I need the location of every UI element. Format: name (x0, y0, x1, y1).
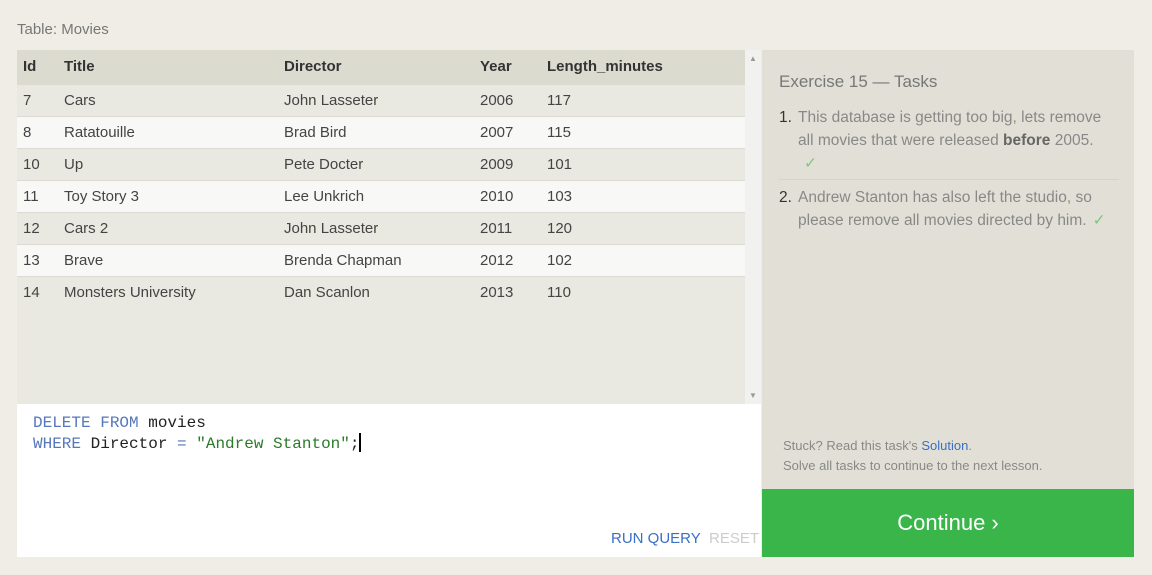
task-item: 2. Andrew Stanton has also left the studi… (779, 186, 1119, 232)
stuck-text: . (968, 438, 972, 453)
solve-text: Solve all tasks to continue to the next … (783, 458, 1043, 473)
scroll-down-icon[interactable]: ▼ (749, 391, 757, 400)
cell-id: 11 (17, 179, 64, 212)
task-bold-text: before (1003, 132, 1051, 149)
table-row: 12 Cars 2 John Lasseter 2011 120 (17, 211, 745, 244)
task-text: 2005. (1050, 132, 1094, 149)
cell-length: 115 (547, 115, 745, 148)
scroll-up-icon[interactable]: ▲ (749, 54, 757, 63)
cell-director: Pete Docter (284, 147, 480, 180)
cell-title: Toy Story 3 (64, 179, 284, 212)
task-text: Andrew Stanton has also left the studio,… (798, 189, 1092, 229)
table-label: Table: Movies (17, 21, 109, 38)
continue-button[interactable]: Continue › (762, 489, 1134, 557)
cell-title: Ratatouille (64, 115, 284, 148)
cell-length: 110 (547, 275, 745, 308)
cell-length: 102 (547, 243, 745, 276)
table-row: 14 Monsters University Dan Scanlon 2013 110 (17, 275, 745, 308)
sql-text: ; (349, 435, 360, 453)
table-row: 13 Brave Brenda Chapman 2012 102 (17, 243, 745, 276)
text-cursor (359, 433, 362, 452)
cell-title: Monsters University (64, 275, 284, 308)
cell-year: 2006 (480, 83, 547, 116)
cell-director: Brad Bird (284, 115, 480, 148)
scrollbar[interactable]: ▲ ▼ (745, 50, 761, 404)
cell-id: 7 (17, 83, 64, 116)
sql-text: movies (138, 414, 206, 432)
cell-year: 2012 (480, 243, 547, 276)
task-item: 1. This database is getting too big, lets… (779, 106, 1119, 180)
col-title: Title (64, 50, 284, 84)
sql-operator: = (177, 435, 187, 453)
cell-director: Dan Scanlon (284, 275, 480, 308)
cell-title: Cars 2 (64, 211, 284, 244)
cell-year: 2010 (480, 179, 547, 212)
solution-link[interactable]: Solution (921, 438, 968, 453)
table-row: 11 Toy Story 3 Lee Unkrich 2010 103 (17, 179, 745, 212)
cell-length: 120 (547, 211, 745, 244)
tasks-panel: Exercise 15 — Tasks 1. This database is g… (762, 50, 1134, 489)
results-table-panel: Id Title Director Year Length_minutes 7C… (17, 50, 761, 404)
table-row: 10 Up Pete Docter 2009 101 (17, 147, 745, 180)
run-query-button[interactable]: RUN QUERY (611, 530, 701, 547)
reset-button[interactable]: RESET (709, 530, 759, 547)
cell-director: Brenda Chapman (284, 243, 480, 276)
cell-year: 2011 (480, 211, 547, 244)
cell-director: John Lasseter (284, 83, 480, 116)
cell-length: 101 (547, 147, 745, 180)
sql-string: "Andrew Stanton" (186, 435, 350, 453)
task-number: 2. (779, 189, 792, 206)
sql-text: Director (81, 435, 178, 453)
check-icon: ✓ (804, 155, 817, 172)
cell-id: 12 (17, 211, 64, 244)
task-number: 1. (779, 109, 792, 126)
cell-director: Lee Unkrich (284, 179, 480, 212)
col-id: Id (17, 50, 64, 84)
table-header: Id Title Director Year Length_minutes (17, 50, 745, 84)
cell-id: 8 (17, 115, 64, 148)
cell-year: 2013 (480, 275, 547, 308)
check-icon: ✓ (1092, 212, 1106, 229)
cell-length: 103 (547, 179, 745, 212)
cell-year: 2007 (480, 115, 547, 148)
sql-code[interactable]: DELETE FROM movies WHERE Director = "And… (33, 414, 362, 454)
exercise-title: Exercise 15 — Tasks (779, 72, 938, 91)
col-length: Length_minutes (547, 50, 745, 84)
table-row: 7 Cars John Lasseter 2006 117 (17, 83, 745, 116)
cell-title: Brave (64, 243, 284, 276)
cell-id: 14 (17, 275, 64, 308)
cell-id: 10 (17, 147, 64, 180)
cell-title: Up (64, 147, 284, 180)
sql-keyword: WHERE (33, 435, 82, 453)
stuck-text: Stuck? Read this task's (783, 438, 922, 453)
results-table: Id Title Director Year Length_minutes 7C… (17, 50, 745, 308)
cell-director: John Lasseter (284, 211, 480, 244)
col-director: Director (284, 50, 480, 84)
sql-editor[interactable]: DELETE FROM movies WHERE Director = "And… (17, 404, 761, 557)
table-row: 8 Ratatouille Brad Bird 2007 115 (17, 115, 745, 148)
cell-year: 2009 (480, 147, 547, 180)
sql-keyword: DELETE FROM (33, 414, 139, 432)
cell-length: 117 (547, 83, 745, 116)
task-list: 1. This database is getting too big, lets… (779, 106, 1119, 232)
cell-title: Cars (64, 83, 284, 116)
cell-id: 13 (17, 243, 64, 276)
col-year: Year (480, 50, 547, 84)
help-text: Stuck? Read this task's Solution. Solve a… (783, 436, 1042, 476)
